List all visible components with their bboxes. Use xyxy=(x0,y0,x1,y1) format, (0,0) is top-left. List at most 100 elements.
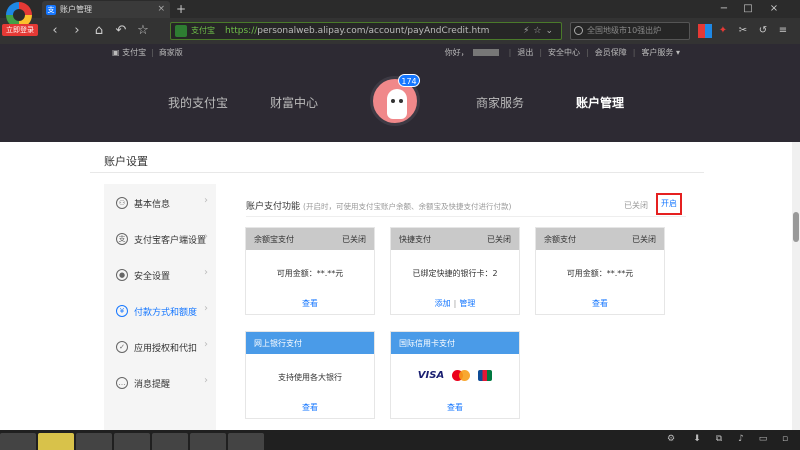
card-body: 可用金额：**.**元 xyxy=(276,269,344,278)
card-yuebao-pay: 余额宝支付 已关闭 可用金额：**.**元 查看 xyxy=(245,227,375,315)
home-icon[interactable]: ⌂ xyxy=(90,22,108,40)
sidebar-item-client-settings[interactable]: 支 支付宝客户端设置 › xyxy=(104,222,216,258)
login-badge[interactable]: 立即登录 xyxy=(2,24,38,36)
view-link[interactable]: 查看 xyxy=(592,299,608,308)
page-scrollbar[interactable] xyxy=(792,142,800,430)
taskbar: ⚙ ⬇ ⧉ ♪ ▭ ▫ xyxy=(0,430,800,450)
taskbar-item[interactable] xyxy=(0,433,36,450)
card-title: 网上银行支付 xyxy=(254,339,302,348)
search-input[interactable]: 全国地级市10强出炉 xyxy=(570,22,690,40)
card-title: 快捷支付 xyxy=(399,235,431,244)
card-state: 已关闭 xyxy=(342,235,366,244)
nav-account-management[interactable]: 账户管理 xyxy=(576,94,624,111)
back-icon[interactable]: ‹ xyxy=(46,22,64,40)
mastercard-logo-icon xyxy=(452,370,471,381)
alipay-main-nav: 我的支付宝 财富中心 商家服务 账户管理 xyxy=(0,62,800,142)
taskbar-item[interactable] xyxy=(76,433,112,450)
apps-icon[interactable] xyxy=(698,24,712,38)
add-link[interactable]: 添加 xyxy=(435,299,451,308)
user-icon: ⚇ xyxy=(116,197,128,209)
close-window-button[interactable]: × xyxy=(764,0,784,18)
sidebar-item-label: 应用授权和代扣 xyxy=(134,344,198,354)
bookmark-star-icon[interactable]: ☆ xyxy=(134,22,152,40)
taskbar-item[interactable] xyxy=(114,433,150,450)
customer-service-link[interactable]: 客户服务 ▾ xyxy=(641,48,680,57)
card-title: 国际信用卡支付 xyxy=(399,339,455,348)
nav-my-alipay[interactable]: 我的支付宝 xyxy=(168,94,228,111)
taskbar-item[interactable] xyxy=(152,433,188,450)
page-title: 账户设置 xyxy=(104,155,148,168)
card-quick-pay: 快捷支付 已关闭 已绑定快捷的银行卡：2 添加 | 管理 xyxy=(390,227,520,315)
chevron-right-icon: › xyxy=(204,195,208,206)
tray-icon[interactable]: ⧉ xyxy=(712,434,726,444)
tray-icon[interactable]: ⚙ xyxy=(664,434,678,444)
sidebar-item-security[interactable]: ● 安全设置 › xyxy=(104,258,216,294)
member-protect-link[interactable]: 会员保障 xyxy=(595,48,627,57)
tray-icon[interactable]: ▫ xyxy=(778,434,792,444)
logout-link[interactable]: 退出 xyxy=(517,48,533,57)
undo-icon[interactable]: ↶ xyxy=(112,22,130,40)
alipay-favicon-icon: 支 xyxy=(46,5,56,15)
undo-close-icon[interactable]: ↺ xyxy=(756,24,770,38)
scissors-icon[interactable]: ✂ xyxy=(736,24,750,38)
nav-wealth-center[interactable]: 财富中心 xyxy=(270,94,318,111)
merchant-link[interactable]: 商家版 xyxy=(159,48,183,57)
tab-title: 账户管理 xyxy=(60,5,92,14)
browser-tab-bar: 支 账户管理 × + − □ × xyxy=(0,0,800,18)
minimize-button[interactable]: − xyxy=(714,0,734,18)
security-center-link[interactable]: 安全中心 xyxy=(548,48,580,57)
card-state: 已关闭 xyxy=(487,235,511,244)
volume-icon[interactable]: ♪ xyxy=(734,434,748,444)
card-state: 已关闭 xyxy=(632,235,656,244)
alipay-user-links: 你好， | 退出 | 安全中心 | 会员保障 | 客户服务 ▾ xyxy=(444,48,680,57)
url-text[interactable]: https://personalweb.alipay.com/account/p… xyxy=(225,23,489,39)
url-path: personalweb.alipay.com/account/payAndCre… xyxy=(257,26,490,36)
menu-icon[interactable]: ≡ xyxy=(776,24,790,38)
sidebar-item-notifications[interactable]: … 消息提醒 › xyxy=(104,366,216,402)
search-icon xyxy=(574,26,583,35)
alipay-logo-icon: ▣ xyxy=(112,48,120,57)
card-title: 余额支付 xyxy=(544,235,576,244)
feature-name: 账户支付功能 xyxy=(246,202,301,212)
card-title: 余额宝支付 xyxy=(254,235,294,244)
chevron-right-icon: › xyxy=(204,267,208,278)
address-bar[interactable]: 支付宝 https://personalweb.alipay.com/accou… xyxy=(170,22,562,40)
sidebar-item-label: 支付宝客户端设置 xyxy=(134,236,207,246)
view-link[interactable]: 查看 xyxy=(447,403,463,412)
address-bar-icons[interactable]: ⚡☆⌄ xyxy=(523,23,557,39)
search-placeholder: 全国地级市10强出炉 xyxy=(587,26,662,35)
tray-icon[interactable]: ▭ xyxy=(756,434,770,444)
taskbar-item[interactable] xyxy=(190,433,226,450)
feature-description: (开启时，可使用支付宝账户余额、余额宝及快捷支付进行付款) xyxy=(303,202,512,211)
taskbar-item[interactable] xyxy=(38,433,74,450)
alipay-top-strip: ▣ 支付宝 | 商家版 你好， | 退出 | 安全中心 | 会员保障 | 客户服务 ▾ xyxy=(0,44,800,62)
card-online-banking: 网上银行支付 支持使用各大银行 查看 xyxy=(245,331,375,419)
secure-lock-icon xyxy=(175,25,187,37)
sidebar-item-payment-methods[interactable]: ¥ 付款方式和额度 › xyxy=(104,294,216,330)
card-body: 可用金额：**.**元 xyxy=(566,269,634,278)
tray-icon[interactable]: ⬇ xyxy=(690,434,704,444)
sidebar-item-authorization[interactable]: ✓ 应用授权和代扣 › xyxy=(104,330,216,366)
scrollbar-thumb[interactable] xyxy=(793,212,799,242)
manage-link[interactable]: 管理 xyxy=(459,299,475,308)
taskbar-item[interactable] xyxy=(228,433,264,450)
sidebar-item-basic-info[interactable]: ⚇ 基本信息 › xyxy=(104,186,216,222)
sidebar-item-label: 安全设置 xyxy=(134,272,171,282)
notification-badge[interactable]: 174 xyxy=(398,74,420,87)
view-link[interactable]: 查看 xyxy=(302,299,318,308)
enable-button[interactable]: 开启 xyxy=(656,193,682,215)
game-icon[interactable]: ✦ xyxy=(716,24,730,38)
chevron-right-icon: › xyxy=(204,375,208,386)
tab-close-icon[interactable]: × xyxy=(157,1,165,18)
maximize-button[interactable]: □ xyxy=(738,0,758,18)
forward-icon[interactable]: › xyxy=(68,22,86,40)
new-tab-button[interactable]: + xyxy=(176,0,186,18)
alipay-brand[interactable]: 支付宝 xyxy=(122,48,146,57)
nav-merchant-service[interactable]: 商家服务 xyxy=(476,94,524,111)
visa-logo-icon: VISA xyxy=(417,370,445,381)
divider xyxy=(246,216,686,217)
url-site-label: 支付宝 xyxy=(191,26,215,35)
alipay-brand-area: ▣ 支付宝 | 商家版 xyxy=(112,48,183,57)
browser-tab[interactable]: 支 账户管理 × xyxy=(42,1,170,18)
view-link[interactable]: 查看 xyxy=(302,403,318,412)
